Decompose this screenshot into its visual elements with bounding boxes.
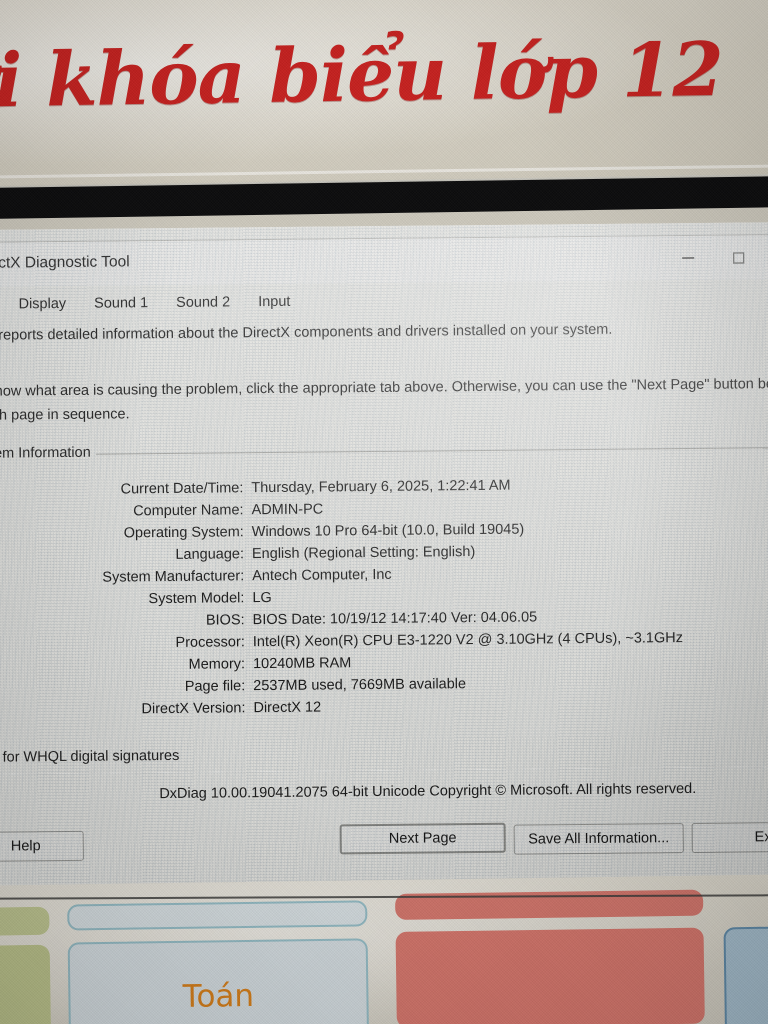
row-key: DirectX Version: <box>141 700 246 718</box>
next-page-button[interactable]: Next Page <box>339 823 506 855</box>
monitor-screen: ctX Diagnostic Tool Display Sound 1 Soun… <box>0 222 768 890</box>
row-key: Language: <box>175 546 245 564</box>
timetable-card-subject: Toán <box>67 938 370 1024</box>
minimize-button[interactable] <box>663 236 713 280</box>
row-key: BIOS: <box>205 612 245 630</box>
close-button[interactable] <box>763 235 768 279</box>
intro-line-1: ool reports detailed information about t… <box>0 321 613 344</box>
maximize-button[interactable] <box>713 235 763 279</box>
copyright-text: DxDiag 10.00.19041.2075 64-bit Unicode C… <box>159 781 697 803</box>
window-title: ctX Diagnostic Tool <box>0 253 130 272</box>
window-controls <box>663 235 768 280</box>
timetable-card-green-top <box>0 906 50 937</box>
row-key: Page file: <box>184 678 246 696</box>
screen-surface: ctX Diagnostic Tool Display Sound 1 Soun… <box>0 222 768 890</box>
tab-sound-2[interactable]: Sound 2 <box>162 292 244 315</box>
whql-label: heck for WHQL digital signatures <box>0 748 180 766</box>
paper-banner: ời khóa biểu lớp 12 <box>0 0 768 187</box>
button-row: Help Next Page Save All Information... E… <box>0 820 768 868</box>
timetable-card-blue-top <box>67 900 368 931</box>
dxdiag-window: ctX Diagnostic Tool Display Sound 1 Soun… <box>0 233 768 890</box>
timetable-card-green <box>0 944 52 1024</box>
timetable-card-red <box>395 927 705 1024</box>
maximize-icon <box>732 251 745 264</box>
system-information-table: Current Date/Time: Thursday, February 6,… <box>0 473 768 723</box>
tab-display[interactable]: Display <box>4 294 80 317</box>
photo-of-monitor: ời khóa biểu lớp 12 ctX Diagnostic Tool <box>0 0 768 1024</box>
window-titlebar[interactable]: ctX Diagnostic Tool <box>0 234 768 287</box>
row-key: System Model: <box>148 590 245 608</box>
footer-divider <box>0 766 768 776</box>
paper-timetable: Toán <box>0 874 768 1024</box>
row-key: Operating System: <box>123 524 244 542</box>
help-button[interactable]: Help <box>0 831 84 863</box>
exit-button[interactable]: Exit <box>691 821 768 854</box>
row-key: Current Date/Time: <box>120 480 244 498</box>
minimize-icon <box>681 252 695 264</box>
timetable-card-blue-right <box>723 926 768 1024</box>
row-value: DirectX 12 <box>253 699 322 717</box>
banner-title-text: ời khóa biểu lớp 12 <box>0 26 724 125</box>
row-key: Computer Name: <box>133 502 244 520</box>
whql-checkbox-row[interactable]: heck for WHQL digital signatures <box>0 742 768 766</box>
save-all-information-button[interactable]: Save All Information... <box>513 823 684 856</box>
row-key: Memory: <box>188 656 246 674</box>
row-key: System Manufacturer: <box>102 568 245 587</box>
tab-input[interactable]: Input <box>244 292 304 315</box>
row-key: Processor: <box>175 634 245 652</box>
tab-sound-1[interactable]: Sound 1 <box>80 293 162 316</box>
group-legend: tem Information <box>0 445 96 463</box>
window-body: ool reports detailed information about t… <box>0 317 768 868</box>
system-information-group: tem Information Current Date/Time: Thurs… <box>0 445 768 742</box>
